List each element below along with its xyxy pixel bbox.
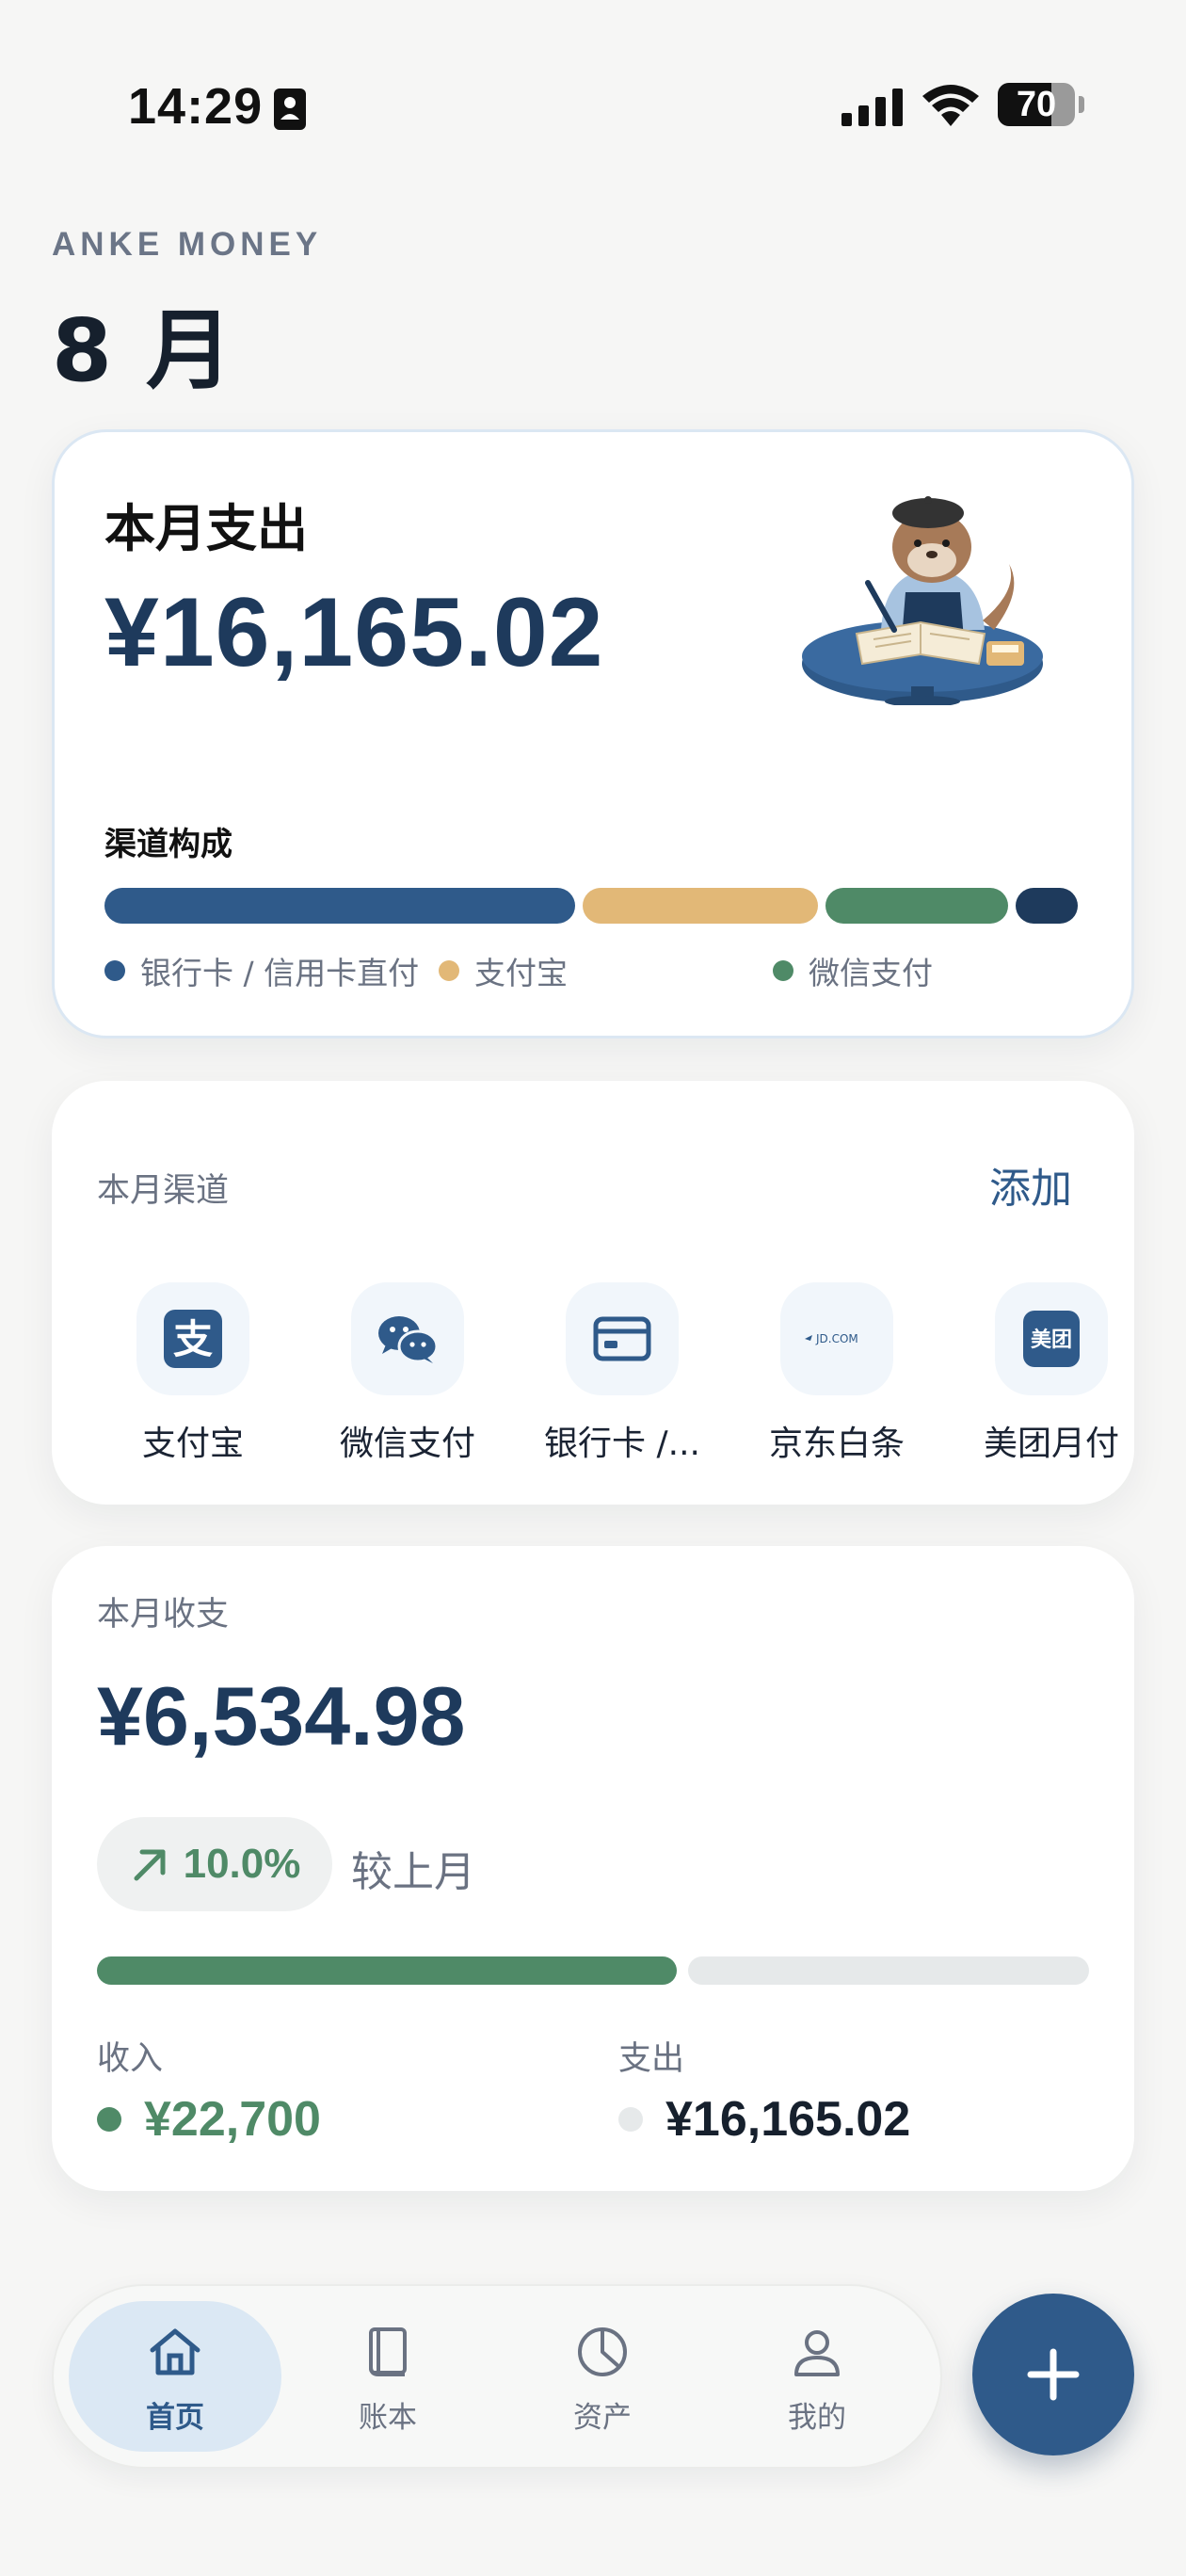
legend-dot [773, 960, 793, 981]
channel-item-alipay[interactable]: 支 支付宝 [99, 1282, 287, 1471]
svg-text:支: 支 [173, 1316, 213, 1362]
battery-icon: 70 [998, 83, 1084, 128]
legend-label: 银行卡 / 信用卡直付 [140, 955, 420, 991]
composition-label: 渠道构成 [104, 826, 232, 863]
composition-segment [1015, 888, 1078, 924]
wifi-icon [922, 85, 979, 126]
app-label: ANKE MONEY [52, 226, 323, 263]
channel-item-bank-card[interactable]: 银行卡 /... [528, 1282, 716, 1471]
legend-dot [439, 960, 459, 981]
expense-value: ¥16,165.02 [665, 2092, 911, 2147]
channel-composition-bar [104, 888, 1087, 924]
expense-dot [618, 2107, 643, 2132]
change-value: 10.0% [183, 1841, 301, 1887]
tab-ledger[interactable]: 账本 [281, 2301, 494, 2452]
tab-assets[interactable]: 资产 [496, 2301, 709, 2452]
alipay-icon: 支 [164, 1310, 222, 1368]
expense-label: 支出 [618, 2040, 685, 2078]
bank-card-icon [593, 1316, 651, 1361]
id-card-icon [274, 89, 306, 130]
compare-label: 较上月 [351, 1848, 475, 1896]
battery-level-text: 70 [1016, 85, 1057, 124]
composition-segment [104, 888, 575, 924]
channel-label: 京东白条 [768, 1425, 905, 1463]
status-bar: 14:29 70 [0, 0, 1186, 217]
channel-label: 微信支付 [339, 1425, 475, 1463]
change-badge: 10.0% [97, 1817, 332, 1911]
status-time: 14:29 [128, 78, 264, 135]
monthly-spend-card[interactable]: 本月支出 ¥16,165.02 渠道构成 银行卡 / 信用卡直付 支付宝 微信支… [52, 429, 1134, 1038]
home-icon [150, 2328, 200, 2375]
profile-icon [794, 2330, 840, 2376]
legend-item-alipay: 支付宝 [439, 947, 568, 994]
bottom-tab-bar: 首页 账本 资产 我的 [52, 2284, 942, 2469]
legend-item-wechat: 微信支付 [773, 947, 933, 994]
net-balance-amount: ¥6,534.98 [97, 1669, 466, 1763]
channel-label: 支付宝 [141, 1425, 244, 1463]
composition-segment [582, 888, 818, 924]
plus-icon [1027, 2348, 1080, 2401]
tab-profile[interactable]: 我的 [711, 2301, 923, 2452]
channel-item-meituan[interactable]: 美团 美团月付 [957, 1282, 1134, 1471]
channel-item-jd-baitiao[interactable]: JD.COM 京东白条 [743, 1282, 931, 1471]
tab-label: 首页 [146, 2401, 204, 2435]
spend-amount: ¥16,165.02 [104, 578, 604, 687]
channel-label: 美团月付 [983, 1425, 1119, 1463]
tab-label: 资产 [573, 2401, 632, 2435]
add-transaction-button[interactable] [972, 2294, 1134, 2455]
meituan-icon: 美团 [1023, 1311, 1080, 1367]
jd-logo-text: JD.COM [815, 1332, 858, 1345]
channel-item-wechat-pay[interactable]: 微信支付 [313, 1282, 502, 1471]
legend-dot [104, 960, 125, 981]
otter-accountant-illustration [802, 496, 1043, 705]
trend-up-arrow-icon [134, 1849, 166, 1881]
expense-ratio-track [687, 1956, 1089, 1985]
expense-row: ¥16,165.02 [618, 2086, 910, 2152]
income-row: ¥22,700 [97, 2086, 321, 2152]
composition-segment [825, 888, 1008, 924]
cellular-signal-icon [841, 89, 903, 126]
income-dot [97, 2107, 121, 2132]
monthly-channels-card: 本月渠道 添加 支 支付宝 微信支付 银行卡 /... JD.COM 京东白条 … [52, 1081, 1134, 1505]
legend-label: 微信支付 [809, 955, 933, 991]
month-title[interactable]: 8 月 [52, 281, 234, 406]
income-label: 收入 [97, 2040, 164, 2078]
channels-title: 本月渠道 [97, 1172, 230, 1210]
income-value: ¥22,700 [144, 2092, 321, 2147]
channel-list[interactable]: 支 支付宝 微信支付 银行卡 /... JD.COM 京东白条 美团 美团月付 [52, 1282, 1134, 1471]
monthly-balance-card[interactable]: 本月收支 ¥6,534.98 10.0% 较上月 收入 支出 ¥22,700 ¥… [52, 1546, 1134, 2191]
tab-home[interactable]: 首页 [69, 2301, 281, 2452]
channel-label: 银行卡 /... [544, 1425, 700, 1463]
legend-label: 支付宝 [474, 955, 568, 991]
spend-title: 本月支出 [104, 499, 308, 558]
income-ratio-fill [97, 1956, 677, 1985]
income-expense-ratio-bar [97, 1956, 1089, 1985]
meituan-logo-text: 美团 [1031, 1328, 1072, 1352]
balance-title: 本月收支 [97, 1596, 230, 1634]
legend-item-bank: 银行卡 / 信用卡直付 [104, 947, 419, 994]
add-channel-button[interactable]: 添加 [989, 1154, 1072, 1215]
composition-legend: 银行卡 / 信用卡直付 支付宝 微信支付 [104, 947, 1087, 994]
tab-label: 我的 [788, 2401, 846, 2435]
assets-pie-icon [578, 2327, 627, 2376]
tab-label: 账本 [359, 2401, 417, 2435]
jd-baitiao-icon: JD.COM [805, 1332, 858, 1345]
wechat-pay-icon [378, 1316, 439, 1363]
ledger-book-icon [369, 2327, 407, 2376]
